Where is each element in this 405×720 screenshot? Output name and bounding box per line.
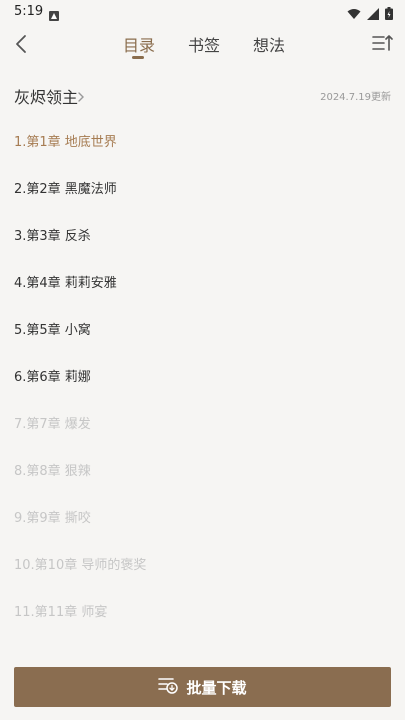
- tab-notes[interactable]: 想法: [253, 32, 285, 56]
- chapter-item[interactable]: 8.第8章 狠辣: [14, 446, 391, 493]
- chapter-list: 1.第1章 地底世界 2.第2章 黑魔法师 3.第3章 反杀 4.第4章 莉莉安…: [14, 117, 391, 634]
- update-date: 2024.7.19更新: [320, 92, 391, 103]
- wifi-icon: [347, 5, 361, 24]
- active-tab-indicator: [132, 56, 144, 59]
- status-time: 5:19: [14, 4, 44, 19]
- batch-download-icon: [158, 676, 179, 698]
- chapter-item[interactable]: 3.第3章 反杀: [14, 211, 391, 258]
- chapter-item[interactable]: 11.第11章 师宴: [14, 587, 391, 634]
- chapter-item[interactable]: 2.第2章 黑魔法师: [14, 164, 391, 211]
- status-indicators: [347, 5, 393, 24]
- chapter-item[interactable]: 4.第4章 莉莉安雅: [14, 258, 391, 305]
- signal-icon: [367, 5, 379, 24]
- chapter-item[interactable]: 9.第9章 撕咬: [14, 493, 391, 540]
- back-button[interactable]: [10, 32, 34, 56]
- chapter-item[interactable]: 5.第5章 小窝: [14, 305, 391, 352]
- notification-app-icon: [49, 6, 59, 21]
- tab-contents[interactable]: 目录: [123, 32, 155, 56]
- sort-icon: [372, 35, 393, 51]
- back-arrow-icon: [16, 35, 26, 53]
- chapter-item[interactable]: 6.第6章 莉娜: [14, 352, 391, 399]
- book-title[interactable]: 灰烬领主: [14, 84, 78, 108]
- batch-download-button[interactable]: 批量下载: [14, 667, 391, 707]
- battery-icon: [385, 5, 393, 24]
- batch-download-label: 批量下载: [186, 678, 247, 697]
- book-header[interactable]: 灰烬领主 2024.7.19更新: [14, 84, 391, 108]
- tab-bookmarks[interactable]: 书签: [188, 32, 220, 56]
- chapter-item[interactable]: 1.第1章 地底世界: [14, 117, 391, 164]
- sort-order-button[interactable]: [371, 33, 393, 53]
- chapter-item[interactable]: 7.第7章 爆发: [14, 399, 391, 446]
- chapter-item[interactable]: 10.第10章 导师的褒奖: [14, 540, 391, 587]
- top-nav: 目录 书签 想法: [0, 24, 405, 68]
- status-bar: 5:19: [0, 0, 405, 24]
- chevron-right-icon: [76, 88, 86, 102]
